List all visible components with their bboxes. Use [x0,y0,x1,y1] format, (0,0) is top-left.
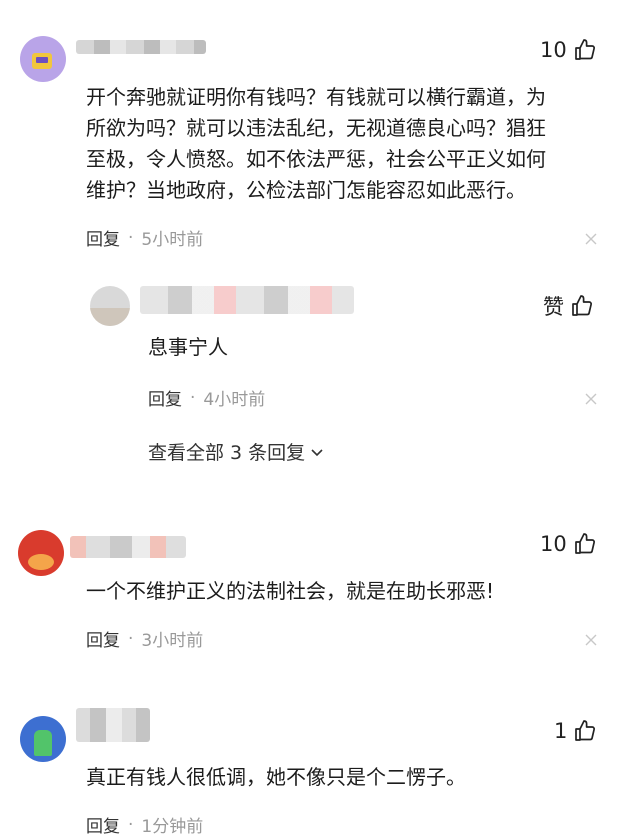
username-blurred[interactable] [70,536,186,558]
like-label: 赞 [543,295,564,319]
thumbs-up-icon [575,720,596,741]
username-blurred[interactable] [76,40,206,54]
thumbs-up-icon [574,533,595,554]
close-icon[interactable] [584,231,598,245]
reply-button[interactable]: 回复 [86,812,120,837]
reply-text: 息事宁人 [148,335,228,359]
comment-meta: 回复 · 5小时前 [86,225,204,251]
view-all-replies-button[interactable]: 查看全部 3 条回复 [148,438,325,465]
like-button[interactable]: 赞 [543,291,594,321]
like-count: 1 [554,719,568,743]
username-blurred[interactable] [140,286,354,314]
comment-meta: 回复 · 1分钟前 [86,812,203,837]
reply-button[interactable]: 回复 [148,385,182,410]
comment-text: 一个不维护正义的法制社会，就是在助长邪恶! [86,579,495,603]
timestamp: 3小时前 [141,631,204,651]
timestamp: 4小时前 [203,390,266,410]
like-button[interactable]: 1 [554,719,597,743]
comment-meta: 回复 · 3小时前 [86,626,204,652]
timestamp: 5小时前 [141,230,204,250]
thumbs-up-icon [572,295,593,316]
close-icon[interactable] [584,632,598,646]
like-count: 10 [540,38,567,62]
avatar[interactable] [20,716,66,762]
timestamp: 1分钟前 [141,817,204,837]
reply-button[interactable]: 回复 [86,225,120,250]
like-button[interactable]: 10 [540,38,597,62]
like-button[interactable]: 10 [540,532,597,556]
like-count: 10 [540,532,567,556]
avatar[interactable] [18,530,64,576]
reply-meta: 回复 · 4小时前 [148,385,266,411]
chevron-down-icon [311,448,323,456]
username-blurred[interactable] [76,708,150,742]
avatar[interactable] [20,36,66,82]
comment-text: 开个奔驰就证明你有钱吗？有钱就可以横行霸道，为 所欲为吗？就可以违法乱纪，无视道… [86,85,546,202]
thumbs-up-icon [574,39,595,60]
reply-button[interactable]: 回复 [86,626,120,651]
avatar[interactable] [90,286,130,326]
close-icon[interactable] [584,391,598,405]
comment-text: 真正有钱人很低调，她不像只是个二愣子。 [86,765,466,789]
